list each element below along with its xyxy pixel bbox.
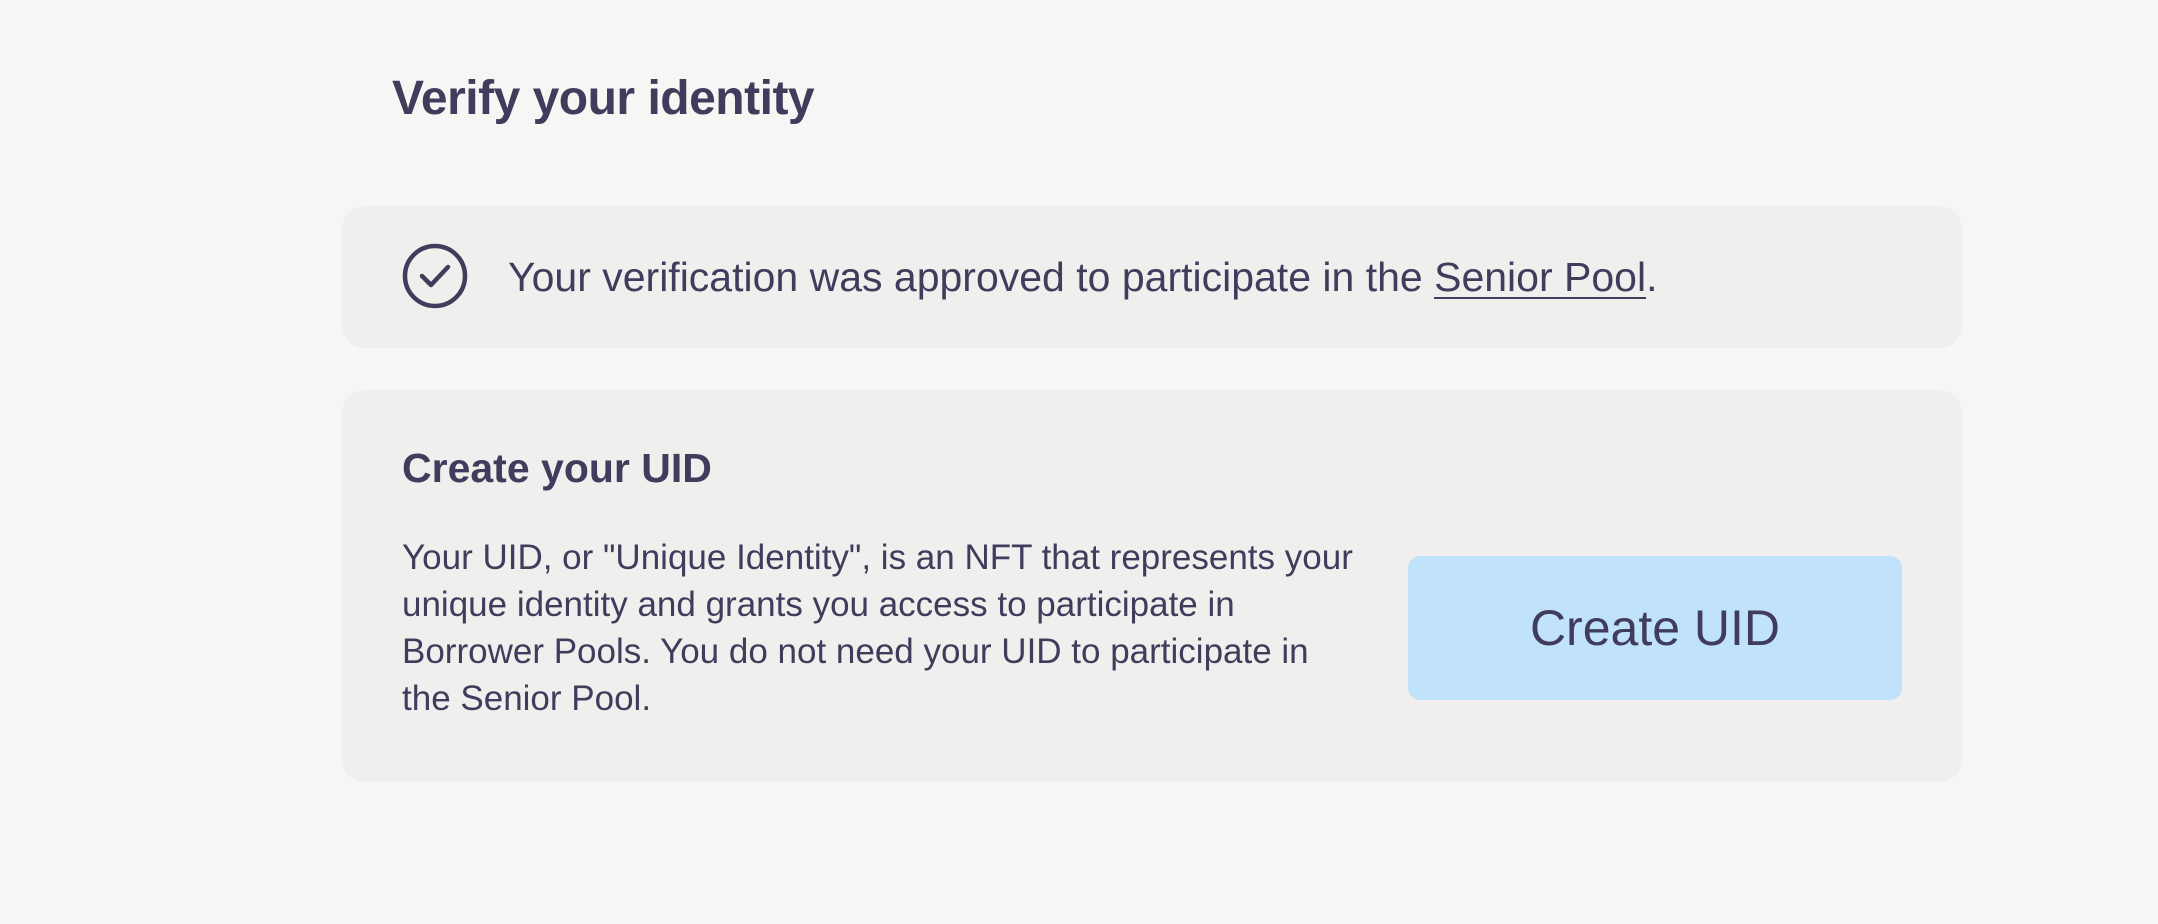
check-circle-icon — [402, 243, 468, 309]
senior-pool-link[interactable]: Senior Pool — [1434, 254, 1646, 300]
approval-message: Your verification was approved to partic… — [508, 206, 1657, 348]
create-uid-button[interactable]: Create UID — [1408, 556, 1902, 700]
uid-description: Your UID, or "Unique Identity", is an NF… — [402, 538, 1353, 718]
create-uid-title: Create your UID — [402, 445, 712, 491]
approval-text-before: Your verification was approved to partic… — [508, 254, 1435, 300]
page-title: Verify your identity — [392, 72, 815, 125]
approval-text-after: . — [1646, 254, 1658, 300]
create-uid-card: Create your UID Your UID, or "Unique Ide… — [342, 390, 1962, 782]
verification-approved-card: Your verification was approved to partic… — [342, 206, 1962, 348]
